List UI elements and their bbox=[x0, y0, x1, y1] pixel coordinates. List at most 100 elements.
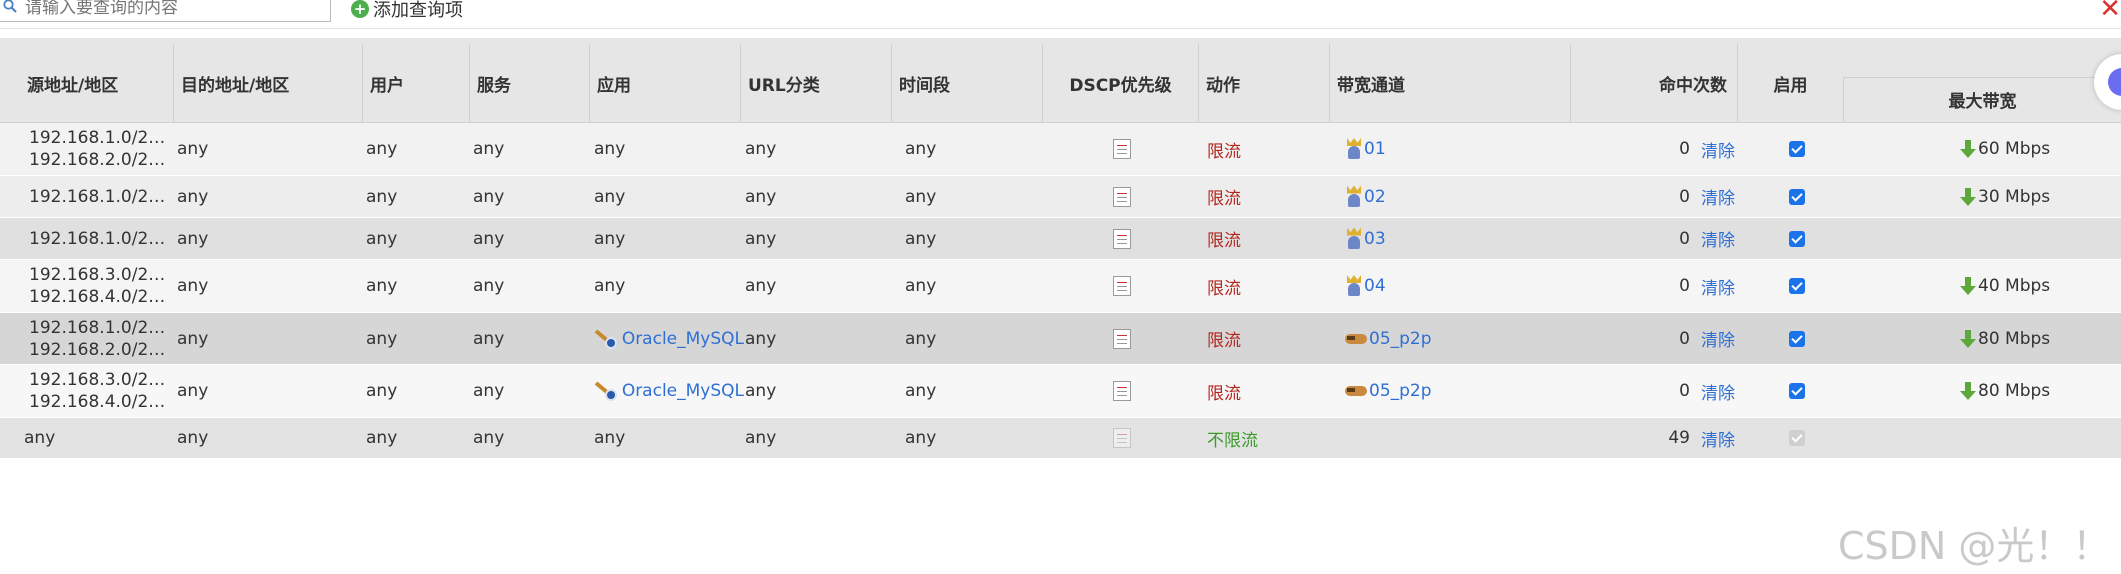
cell-dscp bbox=[1113, 260, 1143, 312]
cell-src: 192.168.3.0/2… 192.168.4.0/2… bbox=[29, 365, 179, 417]
clear-link[interactable]: 清除 bbox=[1701, 184, 1735, 209]
cell-hits: 0 bbox=[1679, 139, 1690, 159]
enable-checkbox bbox=[1789, 430, 1805, 446]
search-icon bbox=[3, 0, 17, 13]
cell-channel: 05_p2p bbox=[1345, 313, 1545, 364]
cell-channel: 05_p2p bbox=[1345, 365, 1545, 417]
cell-app: any bbox=[594, 228, 626, 249]
channel-link[interactable]: 02 bbox=[1364, 187, 1386, 207]
header-src[interactable]: 源地址/地区 bbox=[20, 44, 173, 122]
cell-url: any bbox=[745, 276, 777, 296]
app-icon bbox=[594, 327, 617, 351]
cell-hits: 0 bbox=[1679, 186, 1690, 207]
cell-user: any bbox=[366, 428, 398, 448]
clear-link[interactable]: 清除 bbox=[1701, 379, 1735, 404]
cell-time: any bbox=[905, 381, 937, 401]
table-row: 192.168.1.0/2… any any any any any any 限流 02 0 清除 3… bbox=[0, 176, 2121, 218]
cell-dscp bbox=[1113, 123, 1143, 175]
enable-checkbox[interactable] bbox=[1789, 141, 1805, 157]
header-channel[interactable]: 带宽通道 bbox=[1329, 44, 1570, 122]
cell-maxbw: 80 Mbps bbox=[1960, 365, 2100, 417]
cell-channel: 03 bbox=[1345, 218, 1545, 259]
cell-time: any bbox=[905, 139, 937, 159]
app-link[interactable]: Oracle_MySQL bbox=[622, 381, 744, 401]
app-icon bbox=[594, 379, 617, 403]
download-arrow-icon bbox=[1960, 382, 1976, 400]
header-url[interactable]: URL分类 bbox=[740, 44, 891, 122]
header-maxbw[interactable]: 最大带宽 bbox=[1843, 77, 2121, 122]
enable-checkbox[interactable] bbox=[1789, 230, 1805, 247]
cell-hits: 0 bbox=[1679, 228, 1690, 249]
cell-dscp bbox=[1113, 176, 1143, 217]
src-line-2: 192.168.2.0/2… bbox=[29, 150, 166, 170]
channel-link[interactable]: 05_p2p bbox=[1369, 381, 1432, 401]
dscp-edit-icon[interactable] bbox=[1113, 186, 1131, 207]
src-line-1: 192.168.1.0/2… bbox=[29, 228, 166, 249]
dscp-edit-icon[interactable] bbox=[1113, 328, 1131, 349]
cell-dscp bbox=[1113, 313, 1143, 364]
dscp-edit-icon[interactable] bbox=[1113, 381, 1131, 401]
cell-channel: 02 bbox=[1345, 176, 1545, 217]
cell-url: any bbox=[745, 139, 777, 159]
cell-app: any bbox=[594, 186, 626, 207]
search-input[interactable] bbox=[23, 0, 317, 19]
assistant-icon: i bbox=[2108, 68, 2121, 96]
cell-service: any bbox=[473, 186, 505, 207]
cell-dst: any bbox=[177, 139, 209, 159]
app-link[interactable]: Oracle_MySQL bbox=[622, 329, 744, 349]
enable-checkbox[interactable] bbox=[1789, 330, 1805, 347]
clear-link[interactable]: 清除 bbox=[1701, 226, 1735, 251]
cell-action: 不限流 bbox=[1207, 430, 1258, 451]
table-row: 192.168.1.0/2… 192.168.2.0/2… any any any any… bbox=[0, 123, 2121, 176]
clear-link[interactable]: 清除 bbox=[1701, 137, 1735, 162]
cell-url: any bbox=[745, 228, 777, 249]
cell-channel: 01 bbox=[1345, 123, 1545, 175]
cell-src: 192.168.1.0/2… 192.168.2.0/2… bbox=[29, 123, 179, 175]
cell-user: any bbox=[366, 228, 398, 249]
enable-checkbox[interactable] bbox=[1789, 188, 1805, 205]
dscp-edit-icon[interactable] bbox=[1113, 428, 1131, 448]
cell-time: any bbox=[905, 186, 937, 207]
table-body: 192.168.1.0/2… 192.168.2.0/2… any any any any… bbox=[0, 123, 2121, 459]
enable-checkbox[interactable] bbox=[1789, 278, 1805, 294]
close-icon[interactable]: ✕ bbox=[2099, 0, 2121, 24]
cell-hits: 0 bbox=[1679, 381, 1690, 401]
channel-link[interactable]: 01 bbox=[1364, 139, 1386, 159]
enable-checkbox[interactable] bbox=[1789, 383, 1805, 399]
header-dscp[interactable]: DSCP优先级 bbox=[1042, 44, 1198, 122]
add-query-button[interactable]: + 添加查询项 bbox=[351, 0, 463, 21]
channel-user-icon bbox=[1345, 138, 1363, 160]
cell-maxbw: 80 Mbps bbox=[1960, 313, 2100, 364]
channel-link[interactable]: 04 bbox=[1364, 276, 1386, 296]
clear-link[interactable]: 清除 bbox=[1701, 426, 1735, 451]
channel-link[interactable]: 03 bbox=[1364, 229, 1386, 249]
cell-url: any bbox=[745, 428, 777, 448]
cell-enable bbox=[1789, 418, 1809, 458]
src-line-1: 192.168.3.0/2… bbox=[29, 265, 166, 285]
cell-hits: 0 bbox=[1679, 276, 1690, 296]
channel-link[interactable]: 05_p2p bbox=[1369, 329, 1432, 349]
dscp-edit-icon[interactable] bbox=[1113, 139, 1131, 159]
channel-user-icon bbox=[1345, 275, 1363, 297]
header-action[interactable]: 动作 bbox=[1198, 44, 1329, 122]
cell-dscp bbox=[1113, 218, 1143, 259]
cell-src: any bbox=[24, 428, 56, 448]
cell-enable bbox=[1789, 260, 1809, 312]
header-user[interactable]: 用户 bbox=[362, 44, 469, 122]
dscp-edit-icon[interactable] bbox=[1113, 228, 1131, 249]
header-enable[interactable]: 启用 bbox=[1737, 44, 1843, 122]
header-service[interactable]: 服务 bbox=[469, 44, 589, 122]
cell-time: any bbox=[905, 228, 937, 249]
cell-dst: any bbox=[177, 381, 209, 401]
header-hits[interactable]: 命中次数 bbox=[1570, 44, 1737, 122]
cell-app: any bbox=[594, 428, 626, 448]
clear-link[interactable]: 清除 bbox=[1701, 274, 1735, 299]
header-dst[interactable]: 目的地址/地区 bbox=[173, 44, 362, 122]
cell-app: Oracle_MySQL bbox=[594, 313, 744, 364]
dscp-edit-icon[interactable] bbox=[1113, 276, 1131, 296]
clear-link[interactable]: 清除 bbox=[1701, 326, 1735, 351]
header-app[interactable]: 应用 bbox=[589, 44, 740, 122]
table-row: 192.168.1.0/2… any any any any any any 限流 03 0 清除 bbox=[0, 218, 2121, 260]
cell-channel: 04 bbox=[1345, 260, 1545, 312]
header-time[interactable]: 时间段 bbox=[891, 44, 1042, 122]
